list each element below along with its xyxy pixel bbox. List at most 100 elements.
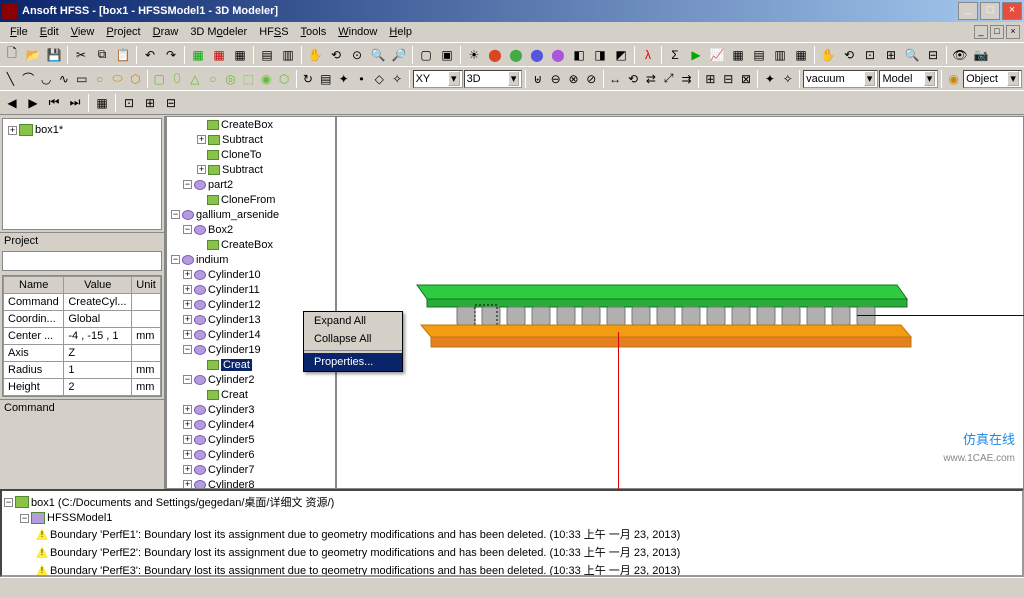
mode-combo[interactable]: 3D▾: [464, 70, 523, 88]
cs1-icon[interactable]: ✦: [761, 69, 778, 89]
spline-icon[interactable]: ∿: [56, 69, 73, 89]
bond-icon[interactable]: ⬡: [276, 69, 293, 89]
zoom-in-icon[interactable]: 🔍: [368, 45, 388, 65]
first-icon[interactable]: ⏮: [44, 93, 64, 113]
sigma-icon[interactable]: Σ: [665, 45, 685, 65]
msg-project[interactable]: box1 (C:/Documents and Settings/gegedan/…: [31, 494, 334, 510]
msg-warn[interactable]: Boundary 'PerfE2': Boundary lost its ass…: [50, 544, 680, 560]
local-cs-icon[interactable]: ✧: [389, 69, 406, 89]
redo-icon[interactable]: ↷: [161, 45, 181, 65]
cs2-icon[interactable]: ✧: [779, 69, 796, 89]
plot-icon[interactable]: 📈: [707, 45, 727, 65]
cylinder-icon[interactable]: ⬯: [169, 69, 186, 89]
menu-collapse-all[interactable]: Collapse All: [304, 330, 402, 348]
arc3-icon[interactable]: ◡: [38, 69, 55, 89]
cone-icon[interactable]: △: [186, 69, 203, 89]
edge-icon[interactable]: ◧: [569, 45, 589, 65]
dup-mirror-icon[interactable]: ⊠: [738, 69, 755, 89]
mirror-icon[interactable]: ⇄: [642, 69, 659, 89]
copy-icon[interactable]: ⧉: [92, 45, 112, 65]
zoom-out-icon[interactable]: 🔎: [389, 45, 409, 65]
spiral-icon[interactable]: ◉: [258, 69, 275, 89]
new-icon[interactable]: 🗋: [2, 45, 22, 65]
sphere-icon[interactable]: ○: [204, 69, 221, 89]
bbox-icon[interactable]: ⬤: [548, 45, 568, 65]
close-button[interactable]: ×: [1002, 2, 1022, 20]
unite-icon[interactable]: ⊎: [529, 69, 546, 89]
prop-header-name[interactable]: Name: [4, 277, 64, 294]
fit-icon[interactable]: ⊡: [860, 45, 880, 65]
msg-model[interactable]: HFSSModel1: [47, 512, 112, 524]
plane-combo[interactable]: XY▾: [413, 70, 463, 88]
project-root[interactable]: box1*: [35, 124, 63, 136]
render-icon[interactable]: ⬤: [485, 45, 505, 65]
run-icon[interactable]: ▶: [686, 45, 706, 65]
rot-model-icon[interactable]: ⟲: [839, 45, 859, 65]
solid-icon[interactable]: ◩: [611, 45, 631, 65]
last-icon[interactable]: ⏭: [65, 93, 85, 113]
shaded-icon[interactable]: ▣: [437, 45, 457, 65]
helix-icon[interactable]: ⬚: [240, 69, 257, 89]
result-icon[interactable]: ▦: [791, 45, 811, 65]
snap-end-icon[interactable]: ⊡: [119, 93, 139, 113]
menu-hfss[interactable]: HFSS: [253, 24, 294, 40]
menu-help[interactable]: Help: [383, 24, 418, 40]
hand-icon[interactable]: ✋: [818, 45, 838, 65]
sweep-icon[interactable]: ↻: [300, 69, 317, 89]
dup-line-icon[interactable]: ⊞: [702, 69, 719, 89]
snap-mid-icon[interactable]: ⊞: [140, 93, 160, 113]
menu-expand-all[interactable]: Expand All: [304, 312, 402, 330]
arc-icon[interactable]: ⌒: [20, 69, 37, 89]
snap-grid-icon[interactable]: ▦: [92, 93, 112, 113]
split-icon[interactable]: ⊘: [583, 69, 600, 89]
menu-3d-modeler[interactable]: 3D Modeler: [184, 24, 253, 40]
menu-draw[interactable]: Draw: [147, 24, 185, 40]
pan-icon[interactable]: ✋: [305, 45, 325, 65]
fit-all-icon[interactable]: ⊟: [923, 45, 943, 65]
menu-project[interactable]: Project: [100, 24, 146, 40]
mesh-icon[interactable]: ▤: [749, 45, 769, 65]
zoom-area-icon[interactable]: 🔍: [902, 45, 922, 65]
cs-icon[interactable]: ✦: [335, 69, 352, 89]
project-tree[interactable]: + box1*: [3, 119, 161, 229]
cut-icon[interactable]: ✂: [71, 45, 91, 65]
select-obj-icon[interactable]: ◉: [945, 69, 962, 89]
circle-icon[interactable]: ○: [91, 69, 108, 89]
selected-tree-item[interactable]: Creat: [221, 359, 252, 371]
open-icon[interactable]: 📂: [23, 45, 43, 65]
menu-tools[interactable]: Tools: [295, 24, 333, 40]
point-icon[interactable]: •: [353, 69, 370, 89]
measure-icon[interactable]: ▥: [278, 45, 298, 65]
mdi-restore-button[interactable]: □: [990, 25, 1004, 39]
ruler-icon[interactable]: ▦: [230, 45, 250, 65]
material-combo[interactable]: vacuum▾: [803, 70, 878, 88]
camera-icon[interactable]: 📷: [971, 45, 991, 65]
maximize-button[interactable]: □: [980, 2, 1000, 20]
visibility-icon[interactable]: 👁: [950, 45, 970, 65]
offset-icon[interactable]: ⇉: [678, 69, 695, 89]
fit-sel-icon[interactable]: ⊞: [881, 45, 901, 65]
plane-icon[interactable]: ◇: [371, 69, 388, 89]
prev-icon[interactable]: ◀: [2, 93, 22, 113]
command-tab-label[interactable]: Command: [0, 399, 164, 416]
field-icon[interactable]: ▥: [770, 45, 790, 65]
msg-warn[interactable]: Boundary 'PerfE1': Boundary lost its ass…: [50, 526, 680, 542]
region-icon[interactable]: ▤: [317, 69, 334, 89]
polygon-icon[interactable]: ⬡: [127, 69, 144, 89]
save-icon[interactable]: 💾: [44, 45, 64, 65]
3d-viewport[interactable]: Y Z 仿真在线 www.1CAE.com: [336, 116, 1024, 489]
snap-icon[interactable]: ▦: [209, 45, 229, 65]
move-icon[interactable]: ↔: [607, 69, 624, 89]
orbit-icon[interactable]: ⊙: [347, 45, 367, 65]
table-icon[interactable]: ▦: [728, 45, 748, 65]
line-icon[interactable]: ╲: [2, 69, 19, 89]
rotate-tool-icon[interactable]: ⟲: [625, 69, 642, 89]
paste-icon[interactable]: 📋: [113, 45, 133, 65]
intersect-icon[interactable]: ⊗: [565, 69, 582, 89]
next-icon[interactable]: ▶: [23, 93, 43, 113]
message-window[interactable]: −box1 (C:/Documents and Settings/gegedan…: [0, 489, 1024, 577]
wireframe-icon[interactable]: ▢: [416, 45, 436, 65]
shade-icon[interactable]: ⬤: [527, 45, 547, 65]
scope-combo[interactable]: Model▾: [879, 70, 938, 88]
selection-combo[interactable]: Object▾: [963, 70, 1022, 88]
